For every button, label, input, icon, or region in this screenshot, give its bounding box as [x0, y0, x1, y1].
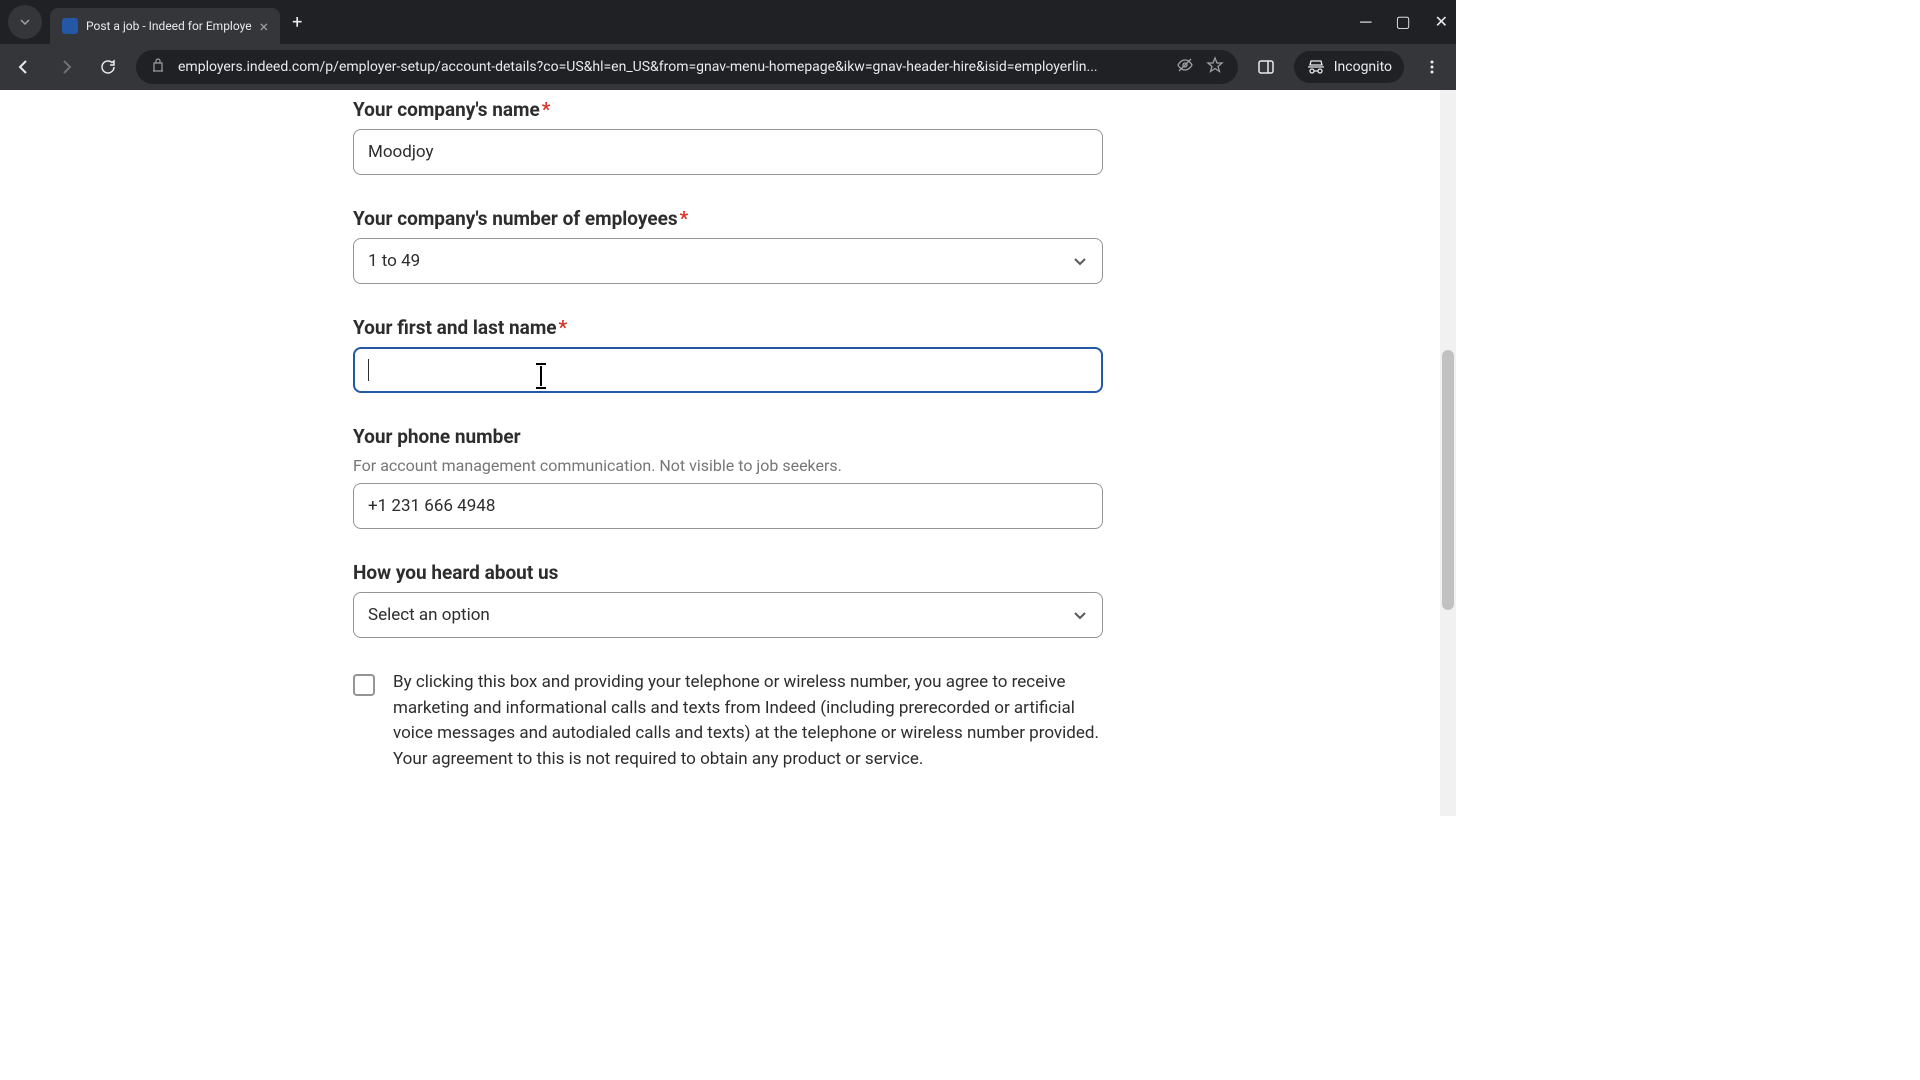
company-name-label: Your company's name* [353, 98, 1103, 121]
chevron-down-icon [1072, 607, 1088, 623]
incognito-label: Incognito [1334, 59, 1392, 75]
maximize-icon[interactable]: ▢ [1395, 12, 1410, 32]
new-tab-button[interactable]: + [292, 12, 302, 33]
chevron-down-icon [19, 16, 31, 28]
phone-helper-text: For account management communication. No… [353, 456, 1103, 475]
browser-tab[interactable]: Post a job - Indeed for Employe × [50, 8, 280, 44]
menu-icon[interactable] [1418, 53, 1446, 81]
incognito-badge[interactable]: Incognito [1294, 51, 1404, 83]
heard-about-group: How you heard about us Select an option [353, 561, 1103, 638]
consent-checkbox[interactable] [353, 674, 375, 696]
incognito-icon [1306, 57, 1326, 77]
back-button[interactable] [10, 53, 38, 81]
close-window-icon[interactable]: ✕ [1435, 12, 1448, 32]
required-indicator: * [559, 316, 568, 339]
heard-about-label: How you heard about us [353, 561, 1103, 584]
scrollbar-thumb[interactable] [1442, 350, 1454, 610]
company-name-input[interactable] [353, 129, 1103, 175]
chevron-down-icon [1072, 253, 1088, 269]
forward-button[interactable] [52, 53, 80, 81]
site-info-icon[interactable] [150, 57, 166, 77]
browser-tab-bar: Post a job - Indeed for Employe × + ─ ▢ … [0, 0, 1456, 44]
employees-select[interactable]: 1 to 49 [353, 238, 1103, 284]
url-text: employers.indeed.com/p/employer-setup/ac… [178, 59, 1164, 75]
name-label: Your first and last name* [353, 316, 1103, 339]
tab-favicon [62, 18, 78, 34]
employees-group: Your company's number of employees* 1 to… [353, 207, 1103, 284]
tab-search-button[interactable] [8, 5, 42, 39]
phone-group: Your phone number For account management… [353, 425, 1103, 529]
phone-input[interactable] [353, 483, 1103, 529]
consent-group: By clicking this box and providing your … [353, 670, 1103, 772]
required-indicator: * [680, 207, 689, 230]
window-controls: ─ ▢ ✕ [1360, 12, 1448, 32]
employees-label: Your company's number of employees* [353, 207, 1103, 230]
eye-off-icon[interactable] [1176, 56, 1194, 78]
bookmark-icon[interactable] [1206, 56, 1224, 78]
minimize-icon[interactable]: ─ [1360, 12, 1371, 32]
page-content: Your company's name* Your company's numb… [0, 90, 1456, 816]
scrollbar[interactable] [1440, 90, 1456, 816]
required-indicator: * [542, 98, 551, 121]
employer-setup-form: Your company's name* Your company's numb… [353, 90, 1103, 772]
name-input[interactable] [353, 347, 1103, 393]
close-tab-icon[interactable]: × [260, 17, 269, 36]
company-name-group: Your company's name* [353, 98, 1103, 175]
address-bar[interactable]: employers.indeed.com/p/employer-setup/ac… [136, 50, 1238, 84]
consent-text: By clicking this box and providing your … [393, 670, 1103, 772]
reload-button[interactable] [94, 53, 122, 81]
phone-label: Your phone number [353, 425, 1103, 448]
heard-about-select[interactable]: Select an option [353, 592, 1103, 638]
side-panel-icon[interactable] [1252, 53, 1280, 81]
tab-title: Post a job - Indeed for Employe [86, 19, 252, 33]
name-group: Your first and last name* [353, 316, 1103, 393]
browser-toolbar: employers.indeed.com/p/employer-setup/ac… [0, 44, 1456, 90]
